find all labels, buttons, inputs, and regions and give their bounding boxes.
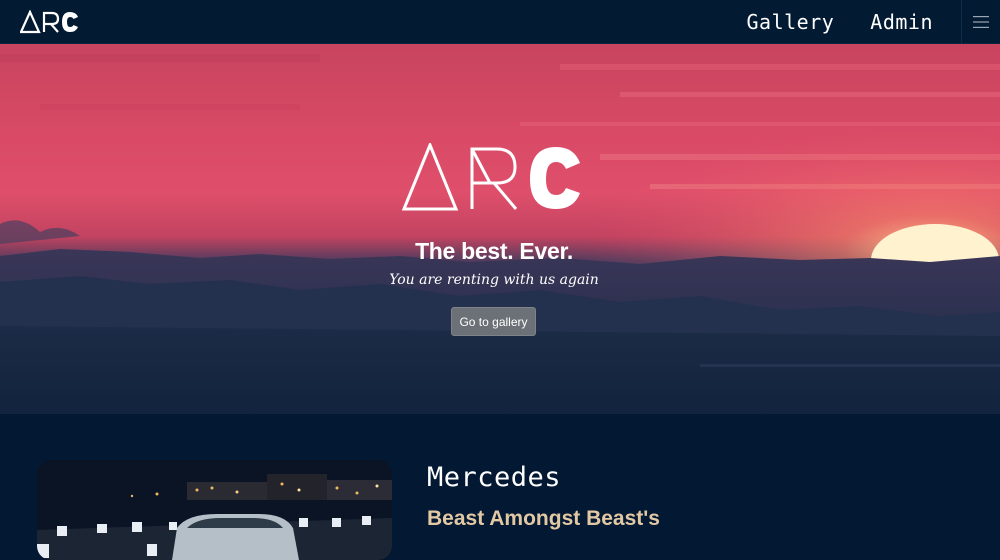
brand-logo-link[interactable] xyxy=(0,0,82,44)
menu-toggle-button[interactable] xyxy=(961,0,1000,44)
car-tagline: Beast Amongst Beast's xyxy=(427,507,660,530)
featured-car-section: Mercedes Beast Amongst Beast's xyxy=(0,414,1000,560)
nav-link-gallery[interactable]: Gallery xyxy=(746,10,834,34)
hero-subtitle: You are renting with us again xyxy=(389,272,599,288)
hamburger-menu-icon xyxy=(973,15,989,28)
nav-link-admin[interactable]: Admin xyxy=(870,10,933,34)
mercedes-car-photo xyxy=(37,460,392,560)
hero-content: The best. Ever. You are renting with us … xyxy=(0,44,1000,414)
hero-banner: The best. Ever. You are renting with us … xyxy=(0,44,1000,414)
arc-logo-icon xyxy=(20,9,78,33)
car-image[interactable] xyxy=(37,460,392,560)
car-title: Mercedes xyxy=(427,462,562,493)
go-to-gallery-button[interactable]: Go to gallery xyxy=(451,307,536,336)
top-navbar: Gallery Admin xyxy=(0,0,1000,44)
arc-logo-icon xyxy=(402,143,580,211)
hero-title: The best. Ever. xyxy=(415,238,573,264)
